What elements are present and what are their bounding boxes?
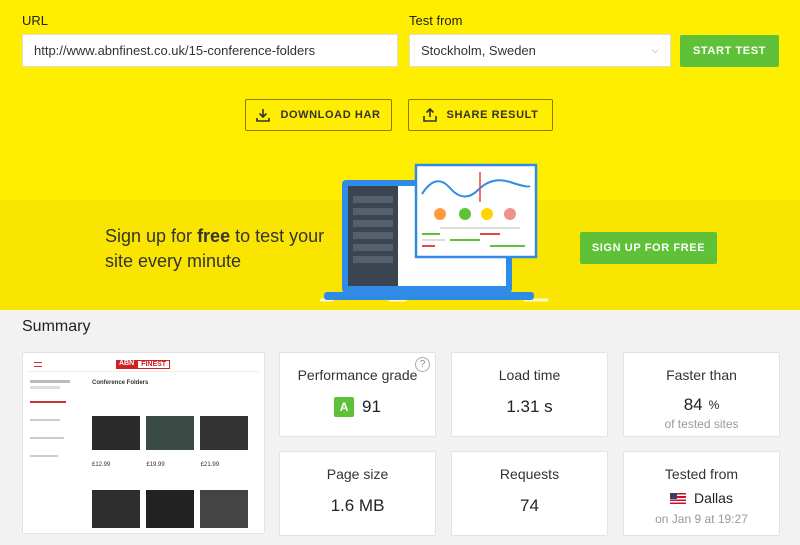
page-size-value: 1.6 MB [330, 496, 385, 515]
sign-up-button[interactable]: SIGN UP FOR FREE [580, 232, 717, 264]
site-screenshot: ABN FINEST Conference Folders £12.99 £19.… [28, 358, 259, 528]
price-1: £12.99 [92, 462, 111, 468]
price-2: £19.99 [146, 462, 165, 468]
tested-date: on Jan 9 at 19:27 [655, 512, 748, 526]
signup-text-bold: free [197, 226, 231, 246]
site-logo: ABN FINEST [116, 360, 171, 369]
tested-from-label: Tested from [664, 466, 739, 482]
help-icon[interactable]: ? [415, 357, 430, 372]
summary-title: Summary [22, 318, 91, 335]
location-value: Stockholm, Sweden [421, 43, 536, 58]
faster-than-label: Faster than [666, 367, 737, 383]
page-size-card: Page size 1.6 MB [279, 451, 436, 536]
test-from-label: Test from [409, 13, 463, 28]
faster-than-sub: of tested sites [664, 417, 739, 431]
faster-than-value: 84 [683, 395, 703, 414]
location-select[interactable]: Stockholm, Sweden ⌵ [409, 34, 671, 67]
grade-badge: A [334, 397, 355, 417]
page-size-label: Page size [326, 466, 389, 482]
site-heading: Conference Folders [92, 380, 149, 386]
download-icon [256, 109, 271, 122]
faster-than-card: Faster than 84 % of tested sites [623, 352, 780, 437]
load-time-label: Load time [498, 367, 561, 383]
price-3: £21.99 [200, 462, 220, 468]
share-icon [422, 108, 437, 122]
site-screenshot-card[interactable]: ABN FINEST Conference Folders £12.99 £19.… [22, 352, 265, 534]
url-label: URL [22, 13, 49, 28]
performance-grade-label: Performance grade [297, 367, 418, 383]
chevron-down-icon: ⌵ [651, 45, 659, 56]
load-time-value: 1.31 s [506, 397, 553, 416]
tested-from-city: Dallas [694, 490, 733, 506]
requests-value: 74 [520, 496, 539, 515]
start-test-button[interactable]: START TEST [680, 35, 779, 67]
share-result-label: SHARE RESULT [446, 109, 539, 121]
faster-than-unit: % [708, 398, 720, 412]
signup-text: Sign up for free to test your site every… [105, 224, 335, 274]
menu-icon [34, 362, 42, 367]
us-flag-icon [670, 492, 687, 504]
requests-label: Requests [499, 466, 560, 482]
site-logo-left: ABN [116, 360, 138, 369]
performance-score: 91 [362, 397, 381, 416]
tested-from-card: Tested from Dallas on Jan 9 at 19:27 [623, 451, 780, 536]
signup-text-start: Sign up for [105, 226, 198, 246]
site-logo-right: FINEST [137, 360, 171, 369]
laptop-illustration [320, 163, 549, 302]
load-time-card: Load time 1.31 s [451, 352, 608, 437]
share-result-button[interactable]: SHARE RESULT [408, 99, 553, 131]
download-har-label: DOWNLOAD HAR [280, 109, 381, 121]
requests-card: Requests 74 [451, 451, 608, 536]
performance-grade-card: ? Performance grade A 91 [279, 352, 436, 437]
download-har-button[interactable]: DOWNLOAD HAR [245, 99, 392, 131]
url-input[interactable]: http://www.abnfinest.co.uk/15-conference… [22, 34, 398, 67]
